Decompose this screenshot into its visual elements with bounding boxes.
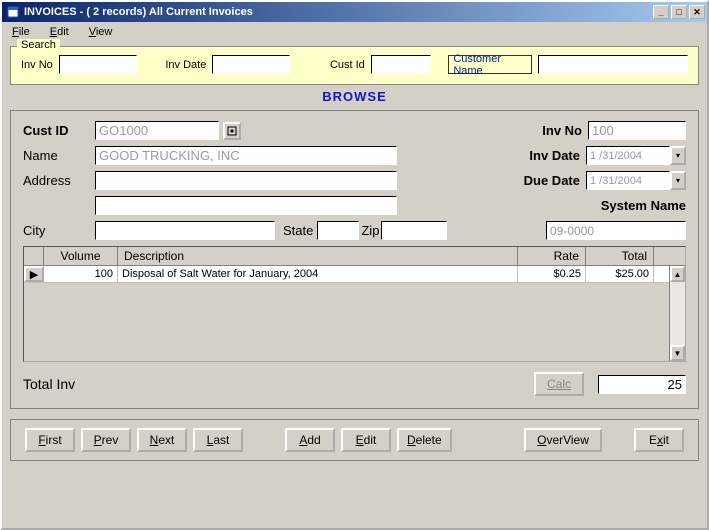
maximize-button[interactable]: □ [671,5,687,19]
grid-header: Volume Description Rate Total [24,247,685,266]
first-button[interactable]: First [25,428,75,452]
add-button[interactable]: Add [285,428,335,452]
menubar: File Edit View [2,22,707,42]
search-invdate-label: Inv Date [165,59,206,71]
duedate-field [586,171,670,190]
duedate-picker[interactable]: ▾ [586,171,686,190]
invdate-field [586,146,670,165]
grid-body: ▶ 100 Disposal of Salt Water for January… [24,266,685,283]
menu-view[interactable]: View [83,24,119,40]
overview-button[interactable]: OverView [524,428,602,452]
name-label: Name [23,148,95,163]
search-custid-input[interactable] [371,55,431,74]
next-button[interactable]: Next [137,428,187,452]
cell-description: Disposal of Salt Water for January, 2004 [118,266,518,282]
invno-label: Inv No [512,123,582,138]
invno-field [588,121,686,140]
menu-edit[interactable]: Edit [44,24,75,40]
exit-button[interactable]: Exit [634,428,684,452]
search-invno-input[interactable] [59,55,137,74]
row-pointer-icon: ▶ [24,266,44,282]
systemname-label: System Name [601,198,686,213]
search-legend: Search [17,39,60,51]
prev-button[interactable]: Prev [81,428,131,452]
address-label: Address [23,173,95,188]
search-custid-label: Cust Id [330,59,365,71]
browse-label: BROWSE [10,89,699,104]
invdate-picker[interactable]: ▾ [586,146,686,165]
scroll-up-icon[interactable]: ▲ [670,266,685,282]
custid-field [95,121,219,140]
custid-label: Cust ID [23,123,95,138]
titlebar: INVOICES - ( 2 records) All Current Invo… [2,2,707,22]
duedate-label: Due Date [510,173,580,188]
app-icon [6,5,20,19]
nav-bar: First Prev Next Last Add Edit Delete Ove… [10,419,699,461]
window-buttons: _ □ ✕ [653,5,705,19]
search-invno-label: Inv No [21,59,53,71]
col-description: Description [118,247,518,265]
col-total: Total [586,247,654,265]
edit-button[interactable]: Edit [341,428,391,452]
lineitem-grid[interactable]: Volume Description Rate Total ▶ 100 Disp… [23,246,686,362]
menu-file[interactable]: File [6,24,36,40]
city-label: City [23,223,95,238]
zip-field[interactable] [381,221,447,240]
grid-scrollbar[interactable]: ▲ ▼ [669,266,685,361]
last-button[interactable]: Last [193,428,243,452]
close-button[interactable]: ✕ [689,5,705,19]
name-field [95,146,397,165]
window-title: INVOICES - ( 2 records) All Current Invo… [24,6,653,18]
chevron-down-icon[interactable]: ▾ [670,146,686,165]
table-row[interactable]: ▶ 100 Disposal of Salt Water for January… [24,266,685,283]
custid-lookup-button[interactable] [223,122,241,140]
address2-field[interactable] [95,196,397,215]
city-field[interactable] [95,221,275,240]
col-rate: Rate [518,247,586,265]
search-custname-label: Customer Name [448,55,532,74]
cell-total: $25.00 [586,266,654,282]
invdate-label: Inv Date [510,148,580,163]
state-label: State [283,223,313,238]
cell-rate: $0.25 [518,266,586,282]
client-area: Search Inv No Inv Date Cust Id Customer … [2,42,707,469]
state-field[interactable] [317,221,359,240]
search-panel: Search Inv No Inv Date Cust Id Customer … [10,46,699,85]
systemname-field [546,221,686,240]
minimize-button[interactable]: _ [653,5,669,19]
search-custname-input[interactable] [538,55,688,74]
zip-label: Zip [361,223,379,238]
totalinv-value [598,375,686,394]
totalinv-label: Total Inv [23,376,75,392]
calc-button[interactable]: Calc [534,372,584,396]
scroll-down-icon[interactable]: ▼ [670,345,685,361]
cell-volume: 100 [44,266,118,282]
address1-field[interactable] [95,171,397,190]
search-invdate-input[interactable] [212,55,290,74]
invoice-panel: Cust ID Inv No Name Inv Date ▾ [10,110,699,409]
window: INVOICES - ( 2 records) All Current Invo… [0,0,709,530]
delete-button[interactable]: Delete [397,428,452,452]
chevron-down-icon[interactable]: ▾ [670,171,686,190]
col-volume: Volume [44,247,118,265]
